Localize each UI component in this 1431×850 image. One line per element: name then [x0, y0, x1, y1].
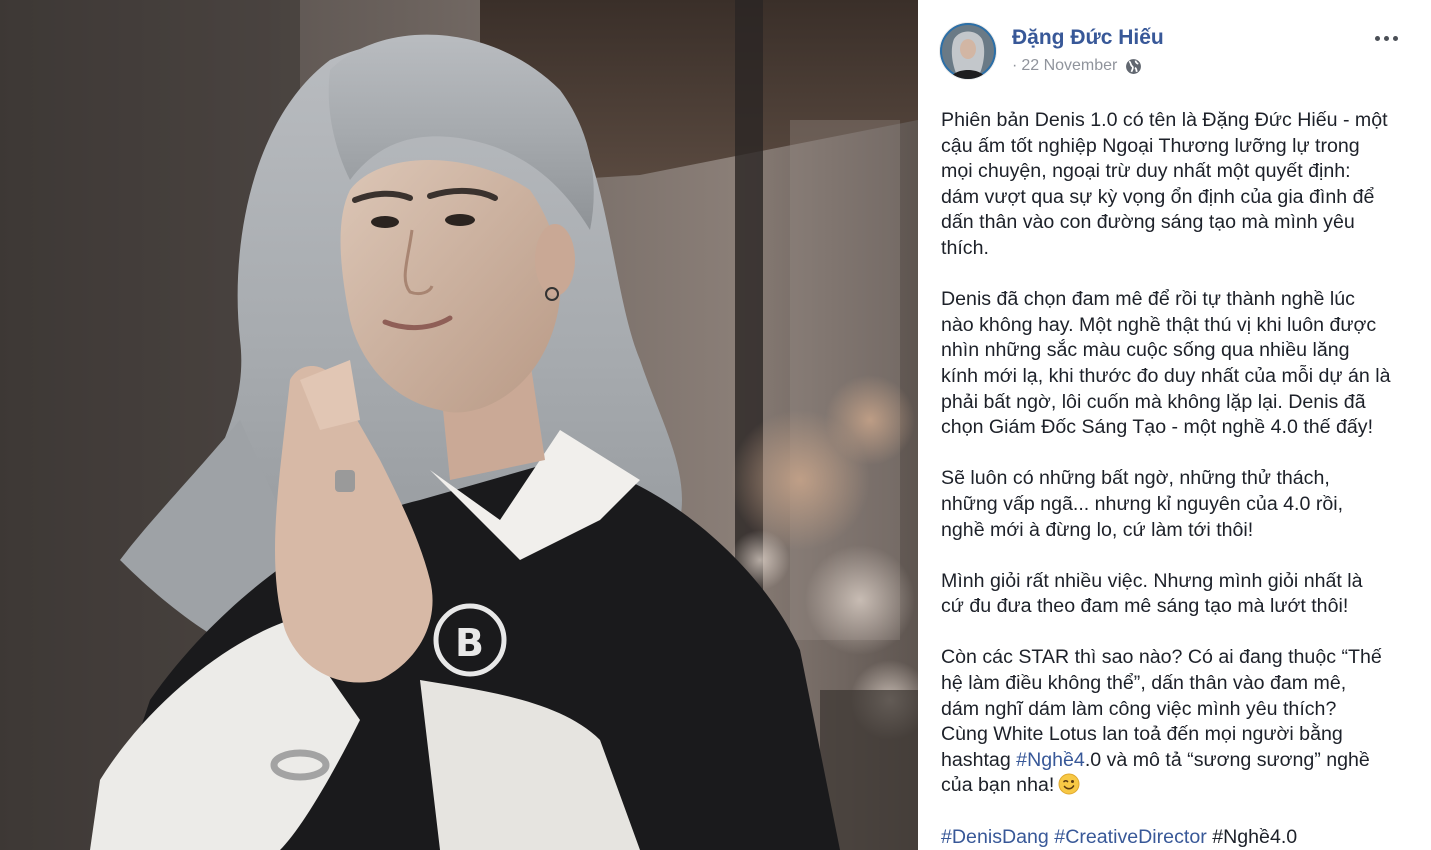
portrait-photo-illustration: B — [0, 0, 918, 850]
text-line: hệ làm điều không thể”, dấn thân vào đam… — [941, 672, 1347, 695]
text-line: của bạn nha! — [941, 773, 1419, 799]
author-name-link[interactable]: Đặng Đức Hiếu — [1012, 26, 1164, 50]
text-fragment: hashtag — [941, 748, 1017, 771]
text-line: Cùng White Lotus lan toả đến mọi người b… — [941, 723, 1343, 746]
text-line: nghề mới à đừng lo, cứ làm tới thôi! — [941, 518, 1254, 541]
text-line: hashtag #Nghề4.0 và mô tả “sương sương” … — [941, 748, 1419, 774]
text-line: thích. — [941, 236, 989, 259]
svg-text:B: B — [455, 621, 484, 665]
post-paragraph: Mình giỏi rất nhiều việc. Nhưng mình giỏ… — [941, 569, 1419, 620]
text-line: dám nghĩ dám làm công việc mình yêu thíc… — [941, 697, 1337, 720]
more-options-icon[interactable] — [1368, 24, 1404, 52]
wink-emoji-icon — [1058, 773, 1080, 795]
text-line: cứ đu đưa theo đam mê sáng tạo mà lướt t… — [941, 595, 1349, 618]
post-paragraph: Còn các STAR thì sao nào? Có ai đang thu… — [941, 645, 1419, 799]
text-line: Sẽ luôn có những bất ngờ, những thử thác… — [941, 467, 1330, 490]
text-line: nhìn những sắc màu cuộc sống qua nhiều l… — [941, 339, 1350, 362]
hashtag-link-nghe40[interactable]: #Nghề4.0 — [1212, 826, 1297, 848]
post-meta: · 22 November — [1012, 57, 1142, 75]
text-line: kính mới lạ, khi thước đo duy nhất của m… — [941, 364, 1391, 387]
hashtag-link-creativedirector[interactable]: #CreativeDirector — [1054, 826, 1206, 848]
post-panel: Đặng Đức Hiếu · 22 November Phiên bản De… — [918, 0, 1431, 850]
hashtags-line: #DenisDang #CreativeDirector #Nghề4.0 — [941, 825, 1419, 850]
text-line: nào không hay. Một nghề thật thú vị khi … — [941, 313, 1377, 336]
text-fragment: .0 và mô tả “sương sương” nghề — [1084, 748, 1370, 771]
globe-icon[interactable] — [1125, 58, 1142, 75]
text-line: những vấp ngã... nhưng kỉ nguyên của 4.0… — [941, 492, 1344, 515]
text-line: Mình giỏi rất nhiều việc. Nhưng mình giỏ… — [941, 569, 1363, 592]
avatar[interactable] — [940, 23, 996, 79]
hashtag-link-nghe4[interactable]: #Nghề4 — [1016, 749, 1085, 771]
text-fragment: của bạn nha! — [941, 774, 1055, 797]
text-line: cậu ấm tốt nghiệp Ngoại Thương lưỡng lự … — [941, 134, 1360, 157]
hashtag-link-denisdang[interactable]: #DenisDang — [941, 826, 1049, 848]
post-paragraph: Phiên bản Denis 1.0 có tên là Đặng Đức H… — [941, 108, 1419, 262]
text-line: Phiên bản Denis 1.0 có tên là Đặng Đức H… — [941, 109, 1388, 131]
post-date-link[interactable]: 22 November — [1021, 57, 1117, 75]
post-text: Phiên bản Denis 1.0 có tên là Đặng Đức H… — [941, 108, 1419, 850]
text-line: dám vượt qua sự kỳ vọng ổn định của gia … — [941, 185, 1375, 208]
text-line: chọn Giám Đốc Sáng Tạo - một nghề 4.0 th… — [941, 416, 1374, 439]
text-line: Denis đã chọn đam mê để rồi tự thành ngh… — [941, 288, 1355, 311]
text-line: phải bất ngờ, lôi cuốn mà không lặp lại.… — [941, 390, 1366, 413]
meta-separator: · — [1012, 57, 1018, 74]
post-paragraph: Denis đã chọn đam mê để rồi tự thành ngh… — [941, 287, 1419, 441]
text-line: dấn thân vào con đường sáng tạo mà mình … — [941, 211, 1355, 234]
photo-viewer: B Đặng Đức Hiếu · 22 November Phiên bản … — [0, 0, 1431, 850]
avatar-image — [940, 23, 996, 79]
post-paragraph: Sẽ luôn có những bất ngờ, những thử thác… — [941, 466, 1419, 543]
photo[interactable]: B — [0, 0, 918, 850]
text-line: Còn các STAR thì sao nào? Có ai đang thu… — [941, 646, 1382, 669]
text-line: mọi chuyện, ngoại trừ duy nhất một quyết… — [941, 160, 1351, 183]
